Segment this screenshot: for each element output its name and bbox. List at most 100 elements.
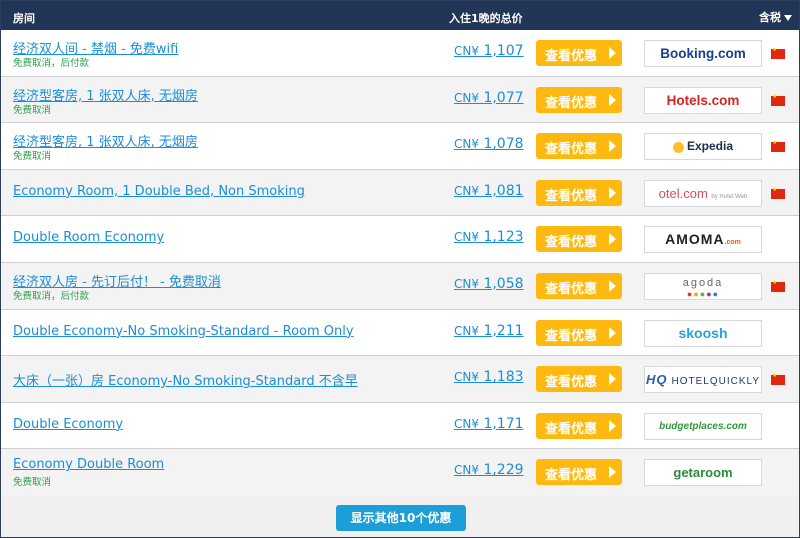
provider-mark: HQ: [646, 372, 668, 388]
provider-logo-hotelquickly[interactable]: HQ HOTELQUICKLY: [644, 366, 762, 394]
offer-row: Double Economy CN¥ 1,171 查看优惠 budgetplac…: [1, 402, 799, 450]
price-link[interactable]: CN¥ 1,078: [454, 136, 524, 152]
view-deal-label: 查看优惠: [545, 188, 598, 204]
view-deal-button[interactable]: 查看优惠: [536, 179, 622, 206]
price-value: 1,081: [483, 182, 524, 199]
provider-logo-booking[interactable]: Booking.com: [644, 40, 762, 67]
price-value: 1,211: [483, 322, 524, 339]
price-link[interactable]: CN¥ 1,107: [454, 43, 524, 59]
price-link[interactable]: CN¥ 1,229: [454, 462, 524, 478]
room-name-link[interactable]: 大床（一张）房 Economy-No Smoking-Standard 不含早: [13, 370, 358, 389]
view-deal-button[interactable]: 查看优惠: [536, 366, 622, 393]
plane-icon: [672, 141, 684, 153]
room-name-link[interactable]: Double Room Economy: [13, 230, 164, 245]
offer-row: 经济双人房 - 先订后付！ - 免费取消 免费取消，后付款 CN¥ 1,058 …: [1, 262, 799, 310]
provider-logo-hotels[interactable]: Hotels.com: [644, 86, 762, 114]
arrow-right-icon: [609, 466, 616, 479]
arrow-right-icon: [609, 93, 616, 106]
provider-sub: by Hotel.Web: [711, 193, 748, 200]
china-flag-icon: [771, 186, 785, 199]
price-link[interactable]: CN¥ 1,123: [454, 229, 524, 245]
offer-row: 大床（一张）房 Economy-No Smoking-Standard 不含早 …: [1, 356, 799, 403]
caret-down-icon: [784, 15, 792, 21]
offer-list: 经济双人间 - 禁烟 - 免费wifi 免费取消，后付款 CN¥ 1,107 查…: [1, 30, 799, 496]
agoda-dots-icon: ●●●●●: [686, 288, 720, 299]
tax-toggle[interactable]: 含税: [759, 9, 792, 25]
provider-name: getaroom: [673, 465, 733, 481]
view-deal-button[interactable]: 查看优惠: [536, 226, 622, 253]
view-deal-button[interactable]: 查看优惠: [536, 459, 622, 486]
provider-name: Expedia: [686, 139, 734, 154]
price-column-header: 入住1晚的总价: [449, 12, 523, 25]
currency-label: CN¥: [454, 230, 479, 245]
arrow-right-icon: [609, 233, 616, 246]
provider-name: budgetplaces.com: [659, 420, 747, 432]
price-link[interactable]: CN¥ 1,077: [454, 90, 524, 106]
cancellation-note: 免费取消，后付款: [13, 290, 90, 302]
arrow-right-icon: [609, 373, 616, 386]
provider-sub: .com: [724, 239, 741, 247]
provider-name: Hotels.com: [666, 92, 740, 108]
currency-label: CN¥: [454, 463, 479, 478]
china-flag-icon: [771, 279, 785, 292]
provider-logo-agoda[interactable]: agoda ●●●●●: [644, 272, 762, 300]
tax-toggle-label: 含税: [759, 11, 781, 24]
deals-panel: 房间 入住1晚的总价 含税 经济双人间 - 禁烟 - 免费wifi 免费取消，后…: [0, 0, 800, 538]
price-value: 1,058: [483, 275, 524, 292]
china-flag-icon: [771, 372, 785, 386]
room-name-link[interactable]: Double Economy-No Smoking-Standard - Roo…: [13, 324, 354, 339]
cancellation-note: 免费取消: [13, 477, 52, 489]
room-name-link[interactable]: Double Economy: [13, 417, 123, 432]
view-deal-button[interactable]: 查看优惠: [536, 412, 622, 439]
view-deal-label: 查看优惠: [545, 142, 598, 158]
arrow-right-icon: [609, 419, 616, 432]
currency-label: CN¥: [454, 137, 479, 152]
price-value: 1,171: [483, 415, 524, 432]
room-name-link[interactable]: Economy Room, 1 Double Bed, Non Smoking: [13, 184, 305, 199]
view-deal-button[interactable]: 查看优惠: [536, 86, 622, 113]
view-deal-button[interactable]: 查看优惠: [536, 272, 622, 299]
provider-logo-skoosh[interactable]: skoosh: [644, 319, 762, 347]
provider-logo-budgetplaces[interactable]: budgetplaces.com: [644, 412, 762, 440]
view-deal-button[interactable]: 查看优惠: [536, 133, 622, 160]
price-link[interactable]: CN¥ 1,171: [454, 416, 524, 432]
cancellation-note: 免费取消，后付款: [13, 58, 90, 69]
price-link[interactable]: CN¥ 1,058: [454, 276, 524, 292]
show-more-deals-button[interactable]: 显示其他10个优惠: [336, 505, 466, 531]
arrow-right-icon: [609, 140, 616, 153]
china-flag-icon: [771, 139, 785, 153]
view-deal-label: 查看优惠: [545, 375, 598, 391]
provider-logo-getaroom[interactable]: getaroom: [644, 459, 762, 487]
price-value: 1,123: [483, 229, 524, 246]
provider-logo-otel[interactable]: otel.com by Hotel.Web: [644, 179, 762, 207]
china-flag-icon: [771, 46, 785, 59]
room-name-link[interactable]: Economy Double Room: [13, 457, 164, 472]
arrow-right-icon: [609, 47, 616, 59]
currency-label: CN¥: [454, 90, 479, 105]
cancellation-note: 免费取消: [13, 104, 52, 116]
view-deal-button[interactable]: 查看优惠: [536, 40, 622, 66]
view-deal-label: 查看优惠: [545, 328, 598, 344]
provider-logo-expedia[interactable]: Expedia: [644, 133, 762, 161]
china-flag-icon: [771, 93, 785, 106]
price-link[interactable]: CN¥ 1,183: [454, 369, 524, 385]
cancellation-note: 免费取消: [13, 151, 52, 163]
currency-label: CN¥: [454, 323, 479, 338]
provider-name: AMOMA: [665, 231, 725, 248]
offer-row: 经济型客房, 1 张双人床, 无烟房 免费取消 CN¥ 1,078 查看优惠 E…: [1, 123, 799, 170]
view-deal-button[interactable]: 查看优惠: [536, 319, 622, 346]
view-deal-label: 查看优惠: [545, 421, 598, 437]
table-header: 房间 入住1晚的总价 含税: [1, 1, 799, 30]
price-value: 1,183: [483, 369, 524, 386]
price-link[interactable]: CN¥ 1,081: [454, 183, 524, 199]
price-link[interactable]: CN¥ 1,211: [454, 323, 524, 339]
provider-logo-amoma[interactable]: AMOMA.com: [644, 226, 762, 254]
provider-name: Booking.com: [660, 46, 746, 61]
room-column-header: 房间: [13, 12, 35, 25]
currency-label: CN¥: [454, 44, 479, 58]
currency-label: CN¥: [454, 370, 479, 385]
currency-label: CN¥: [454, 276, 479, 291]
offer-row: 经济型客房, 1 张双人床, 无烟房 免费取消 CN¥ 1,077 查看优惠 H…: [1, 76, 799, 124]
provider-name: otel.com: [658, 185, 708, 201]
arrow-right-icon: [609, 326, 616, 339]
